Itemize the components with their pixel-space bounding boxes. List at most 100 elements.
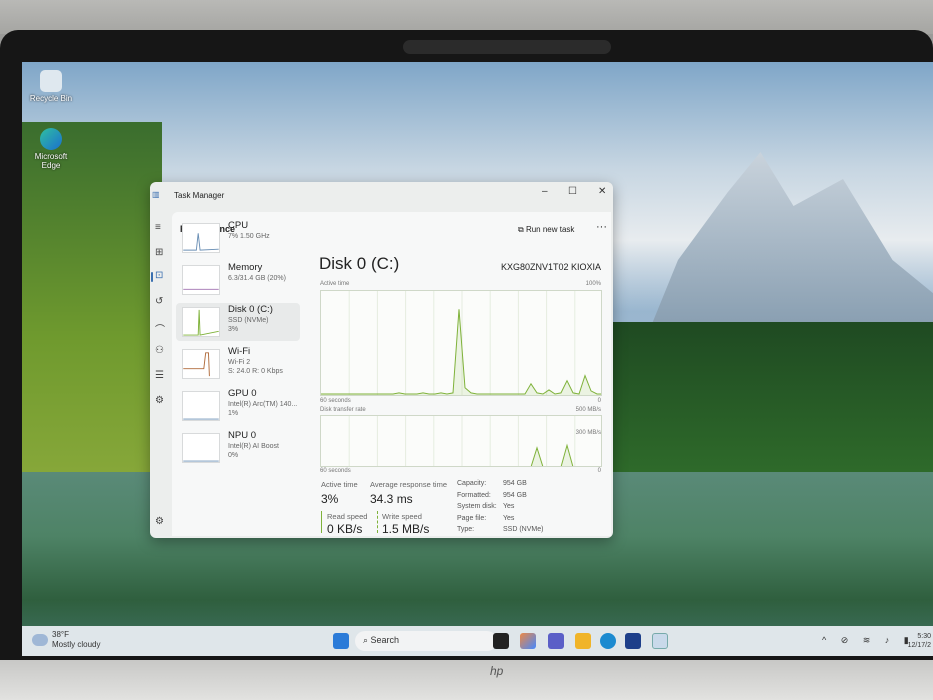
active-time-graph: [320, 290, 602, 396]
read-speed-label: Read speed: [327, 512, 368, 521]
search-label: Search: [370, 635, 400, 645]
perf-item-2[interactable]: Disk 0 (C:) SSD (NVMe) 3%: [176, 303, 300, 341]
perf-item-3[interactable]: Wi-Fi Wi-Fi 2 S: 24.0 R: 0 Kbps: [176, 345, 300, 383]
window-title: Task Manager: [174, 191, 225, 200]
more-options-button[interactable]: ···: [596, 221, 607, 233]
graph1-max: 100%: [585, 281, 601, 287]
prop-label: Type:: [457, 526, 475, 533]
hp-logo: hp: [490, 664, 504, 678]
system-tray[interactable]: ^ ⊘ ≋ ♪ ▮: [822, 635, 915, 646]
perf-item-sub1: Wi-Fi 2: [228, 359, 251, 366]
wallpaper-forest: [22, 122, 162, 482]
desktop-icon-recycle-bin[interactable]: Recycle Bin: [26, 70, 76, 103]
search-box[interactable]: ⌕ Search: [355, 631, 497, 651]
hamburger-icon[interactable]: ≡: [155, 222, 161, 233]
perf-item-name: Disk 0 (C:): [228, 304, 273, 315]
prop-label: Formatted:: [457, 491, 491, 499]
prop-value: Yes: [503, 503, 515, 510]
perf-item-0[interactable]: CPU 7% 1.50 GHz: [176, 219, 300, 257]
desktop: Recycle Bin Microsoft Edge ▥ Task Manage…: [22, 62, 933, 656]
details-icon[interactable]: ☰: [155, 370, 164, 381]
task-manager-window: ▥ Task Manager – ☐ ✕ ≡ ⊞ ⊡ ↺ ⌒ ⚇ ☰ ⚙ ⚙ P…: [150, 182, 613, 538]
maximize-button[interactable]: ☐: [568, 186, 577, 197]
perf-item-thumbnail: [182, 265, 220, 295]
weather-text: Mostly cloudy: [52, 640, 101, 649]
recycle-bin-icon: [40, 70, 62, 92]
perf-item-name: Wi-Fi: [228, 346, 251, 357]
copilot-icon[interactable]: [520, 633, 536, 649]
run-new-task-button[interactable]: ⧉ Run new task: [518, 225, 574, 235]
prop-value: SSD (NVMe): [503, 526, 544, 533]
minimize-button[interactable]: –: [542, 186, 548, 197]
edge-taskbar-icon[interactable]: [600, 633, 616, 649]
perf-item-name: Memory: [228, 262, 263, 273]
selected-indicator: [151, 272, 153, 282]
time: 5:30: [917, 633, 931, 640]
services-icon[interactable]: ⚙: [155, 395, 164, 406]
perf-item-4[interactable]: GPU 0 Intel(R) Arc(TM) 140... 1%: [176, 387, 300, 425]
prop-value: 954 GB: [503, 480, 527, 487]
recycle-bin-label: Recycle Bin: [29, 94, 73, 103]
perf-item-thumbnail: [182, 349, 220, 379]
graph1-label: Active time: [320, 281, 350, 287]
processes-icon[interactable]: ⊞: [155, 247, 163, 258]
taskbar: 38°F Mostly cloudy ⌕ Search ^ ⊘ ≋ ♪ ▮ 5:3…: [22, 626, 933, 656]
performance-icon[interactable]: ⊡: [155, 270, 163, 281]
perf-item-sub1: Intel(R) Arc(TM) 140...: [228, 401, 298, 408]
perf-item-sub2: S: 24.0 R: 0 Kbps: [228, 368, 283, 375]
avg-response-label: Average response time: [370, 480, 447, 489]
perf-item-thumbnail: [182, 433, 220, 463]
disk-title: Disk 0 (C:): [319, 254, 400, 273]
disk-model: KXG80ZNV1T02 KIOXIA: [500, 262, 601, 272]
graph1-xlabel: 60 seconds: [320, 398, 351, 404]
perf-item-sub2: 0%: [228, 452, 239, 459]
store-icon[interactable]: [625, 633, 641, 649]
settings-icon[interactable]: ⚙: [155, 516, 164, 527]
transfer-rate-graph: [320, 415, 602, 467]
perf-item-5[interactable]: NPU 0 Intel(R) AI Boost 0%: [176, 429, 300, 467]
write-indicator: [377, 511, 378, 533]
run-task-icon: ⧉: [518, 225, 526, 234]
perf-item-sub1: SSD (NVMe): [228, 317, 269, 324]
perf-item-name: CPU: [228, 220, 249, 231]
app-history-icon[interactable]: ↺: [155, 296, 163, 307]
prop-label: System disk:: [457, 503, 497, 510]
teams-icon[interactable]: [548, 633, 564, 649]
perf-item-1[interactable]: Memory 6.3/31.4 GB (20%): [176, 261, 300, 299]
graph2-max: 500 MB/s: [575, 407, 601, 413]
task-manager-taskbar-icon[interactable]: [652, 633, 668, 649]
prop-value: Yes: [503, 514, 515, 522]
perf-item-sub1: 7% 1.50 GHz: [228, 233, 270, 240]
perf-item-sub2: 3%: [228, 326, 239, 333]
perf-item-sub1: 6.3/31.4 GB (20%): [228, 275, 286, 282]
perf-item-thumbnail: [182, 307, 220, 337]
wallpaper-forest-right: [612, 322, 933, 472]
clock[interactable]: 5:30 12/17/2: [908, 632, 931, 650]
desktop-icon-edge[interactable]: Microsoft Edge: [26, 128, 76, 170]
run-new-task-label: Run new task: [525, 225, 575, 234]
sidebar: ≡ ⊞ ⊡ ↺ ⌒ ⚇ ☰ ⚙ ⚙: [150, 212, 172, 532]
edge-icon: [40, 128, 62, 150]
close-button[interactable]: ✕: [598, 186, 606, 197]
weather-widget[interactable]: 38°F Mostly cloudy: [52, 630, 100, 650]
perf-item-sub1: Intel(R) AI Boost: [228, 443, 279, 450]
weather-icon: [32, 634, 48, 646]
task-view-icon[interactable]: [493, 633, 509, 649]
laptop-base: [0, 660, 933, 700]
users-icon[interactable]: ⚇: [155, 345, 164, 356]
file-explorer-icon[interactable]: [575, 633, 591, 649]
edge-label: Microsoft Edge: [34, 152, 68, 170]
graph2-mid: 300 MB/s: [575, 430, 601, 436]
avg-response-value: 34.3 ms: [370, 492, 413, 506]
startup-apps-icon[interactable]: ⌒: [155, 321, 165, 336]
start-icon[interactable]: [333, 633, 349, 649]
temperature: 38°F: [52, 630, 69, 639]
prop-value: 954 GB: [503, 491, 527, 499]
write-speed-value: 1.5 MB/s: [382, 522, 430, 536]
write-speed-label: Write speed: [382, 512, 422, 521]
wall: [0, 0, 933, 34]
prop-label: Capacity:: [457, 480, 487, 487]
webcam: [403, 40, 611, 54]
perf-item-name: NPU 0: [228, 430, 256, 441]
perf-item-name: GPU 0: [228, 388, 257, 399]
